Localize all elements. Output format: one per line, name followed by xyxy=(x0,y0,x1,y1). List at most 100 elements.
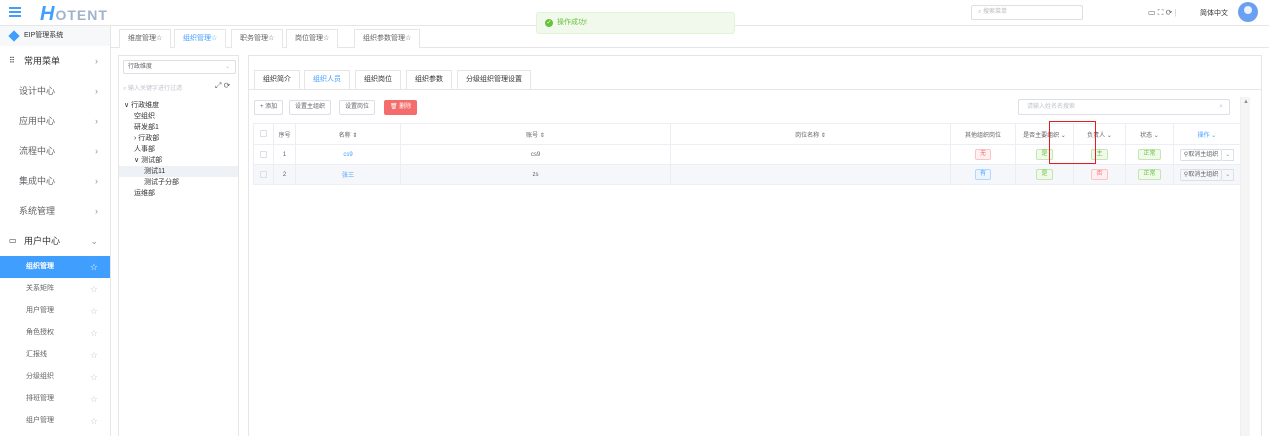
tab-post-manage[interactable]: 岗位管理☆ xyxy=(286,29,339,48)
content-panel: 组织简介 组织人员 组织岗位 组织参数 分级组织管理设置 + 添加 设置主组织 … xyxy=(248,55,1262,436)
sidebar-item-report-line[interactable]: 汇报线 ☆ xyxy=(0,344,110,366)
expand-icon[interactable]: ⤢ xyxy=(215,81,221,90)
tab-org-posts[interactable]: 组织岗位 xyxy=(355,70,401,90)
sidebar-item-user-manage[interactable]: 用户管理 ☆ xyxy=(0,300,110,322)
tab-org-param-manage[interactable]: 组织参数管理☆ xyxy=(354,29,421,48)
hamburger-menu-icon[interactable] xyxy=(9,7,21,17)
col-account[interactable]: 账号 ⇕ xyxy=(400,123,671,145)
scroll-up-icon[interactable]: ▲ xyxy=(1243,99,1249,105)
sidebar-item-grade-org[interactable]: 分级组织 ☆ xyxy=(0,366,110,388)
sidebar-item-group-user[interactable]: 组户管理 ☆ xyxy=(0,410,110,432)
tree-node[interactable]: 空组织 xyxy=(119,111,238,122)
star-icon[interactable]: ☆ xyxy=(90,344,98,366)
refresh-icon[interactable]: ⟳ xyxy=(224,81,231,90)
set-post-button[interactable]: 设置岗位 xyxy=(339,100,376,115)
cancel-main-org-button[interactable]: ⚲取消主组织 xyxy=(1179,148,1223,161)
sidebar: EIP管理系统 ⠿ 常用菜单 › 设计中心 › 应用中心 › 流程中心 › 集成中心 › 系… xyxy=(0,26,111,436)
chevron-right-icon: › xyxy=(95,146,98,156)
col-operation[interactable]: 操作 ⌄ xyxy=(1173,123,1241,145)
search-icon[interactable]: ⌕ xyxy=(1219,100,1223,114)
chevron-down-icon: ⌄ xyxy=(224,64,230,70)
row-account: cs9 xyxy=(400,144,671,165)
tree-node[interactable]: ∨ 行政维度 xyxy=(119,100,238,111)
chevron-right-icon: › xyxy=(95,56,98,66)
sidebar-item-schedule[interactable]: 排班管理 ☆ xyxy=(0,388,110,410)
sidebar-group-system[interactable]: 系统管理 › xyxy=(0,196,110,226)
member-table: 序号 名称 ⇕ 账号 ⇕ 岗位名称 ⇕ 其他组织岗位 是否主要组织 ⌄ 负责人 … xyxy=(253,123,1241,185)
tree-node[interactable]: 人事部 xyxy=(119,144,238,155)
sidebar-item-org-manage[interactable]: 组织管理 ☆ xyxy=(0,256,110,278)
tab-org-params[interactable]: 组织参数 xyxy=(406,70,452,90)
chevron-right-icon: › xyxy=(95,116,98,126)
dimension-select[interactable]: 行政维度 ⌄ xyxy=(123,60,236,74)
star-icon[interactable]: ☆ xyxy=(90,410,98,432)
row-other-org: 有 xyxy=(950,164,1016,185)
sidebar-group-common[interactable]: ⠿ 常用菜单 › xyxy=(0,46,110,76)
sidebar-group-flow[interactable]: 流程中心 › xyxy=(0,136,110,166)
row-checkbox[interactable] xyxy=(253,164,274,185)
star-icon[interactable]: ☆ xyxy=(90,388,98,410)
tree-node-label: 测试部 xyxy=(141,157,163,164)
system-logo-icon xyxy=(8,30,20,42)
sidebar-item-relation-matrix[interactable]: 关系矩阵 ☆ xyxy=(0,278,110,300)
star-icon[interactable]: ☆ xyxy=(90,322,98,344)
row-index: 1 xyxy=(273,144,296,165)
fullscreen-icon[interactable]: ⛶ xyxy=(1158,8,1164,17)
select-all-checkbox[interactable] xyxy=(253,123,274,145)
tab-org-members[interactable]: 组织人员 xyxy=(304,70,350,90)
delete-button[interactable]: 🗑 删除 xyxy=(384,100,418,115)
language-switch[interactable]: 简体中文 xyxy=(1200,8,1228,18)
tab-org-intro[interactable]: 组织简介 xyxy=(254,70,300,90)
star-icon[interactable]: ☆ xyxy=(90,300,98,322)
col-index: 序号 xyxy=(273,123,296,145)
chevron-down-icon[interactable]: ⌄ xyxy=(1222,168,1235,181)
tab-job-manage[interactable]: 职务管理☆ xyxy=(231,29,284,48)
table-header-row: 序号 名称 ⇕ 账号 ⇕ 岗位名称 ⇕ 其他组织岗位 是否主要组织 ⌄ 负责人 … xyxy=(253,123,1241,145)
tab-dimension-manage[interactable]: 维度管理☆ xyxy=(119,29,172,48)
col-leader[interactable]: 负责人 ⌄ xyxy=(1073,123,1126,145)
row-checkbox[interactable] xyxy=(253,144,274,165)
org-tree: ∨ 行政维度 空组织 研发部1 › 行政部 人事部 ∨ 测试部 测试11 测试子分部 运维部 xyxy=(119,100,238,199)
row-operation: ⚲取消主组织 ⌄ xyxy=(1173,144,1241,165)
sidebar-group-user-center[interactable]: ▭ 用户中心 ⌄ xyxy=(0,226,110,256)
tab-grade-org-settings[interactable]: 分级组织管理设置 xyxy=(457,70,531,90)
row-name-link[interactable]: 张三 xyxy=(295,164,401,185)
menu-search-input[interactable]: ⌕ 搜索菜单 xyxy=(971,5,1083,20)
row-index: 2 xyxy=(273,164,296,185)
tree-node[interactable]: 测试11 xyxy=(119,166,238,177)
chevron-down-icon: ⌄ xyxy=(90,236,98,246)
col-status[interactable]: 状态 ⌄ xyxy=(1125,123,1174,145)
tree-node[interactable]: 测试子分部 xyxy=(119,177,238,188)
row-is-main: 是 xyxy=(1015,144,1074,165)
system-title: EIP管理系统 xyxy=(0,26,110,46)
tree-node[interactable]: ∨ 测试部 xyxy=(119,155,238,166)
set-main-org-button[interactable]: 设置主组织 xyxy=(289,100,332,115)
table-scrollbar[interactable]: ▲ xyxy=(1240,97,1250,436)
divider: | xyxy=(1174,8,1177,17)
add-button[interactable]: + 添加 xyxy=(254,100,284,115)
chevron-down-icon[interactable]: ⌄ xyxy=(1222,148,1235,161)
row-operation: ⚲取消主组织 ⌄ xyxy=(1173,164,1241,185)
message-icon[interactable]: ▭ xyxy=(1148,8,1156,17)
star-icon[interactable]: ☆ xyxy=(90,366,98,388)
tab-org-manage[interactable]: 组织管理☆ xyxy=(174,29,227,48)
tree-node[interactable]: 研发部1 xyxy=(119,122,238,133)
star-icon[interactable]: ☆ xyxy=(90,256,98,278)
user-avatar[interactable] xyxy=(1238,2,1258,22)
col-name[interactable]: 名称 ⇕ xyxy=(295,123,401,145)
col-other-org-post: 其他组织岗位 xyxy=(950,123,1016,145)
row-name-link[interactable]: cs9 xyxy=(295,144,401,165)
star-icon[interactable]: ☆ xyxy=(90,278,98,300)
sidebar-group-design[interactable]: 设计中心 › xyxy=(0,76,110,106)
cancel-main-org-button[interactable]: ⚲取消主组织 xyxy=(1179,168,1223,181)
tree-node[interactable]: › 行政部 xyxy=(119,133,238,144)
sidebar-item-role-auth[interactable]: 角色授权 ☆ xyxy=(0,322,110,344)
tree-filter-input[interactable]: ⌕ 输入关键字进行过滤 xyxy=(123,83,219,93)
tree-node[interactable]: 运维部 xyxy=(119,188,238,199)
sidebar-group-app[interactable]: 应用中心 › xyxy=(0,106,110,136)
col-post-name[interactable]: 岗位名称 ⇕ xyxy=(670,123,951,145)
member-search-input[interactable]: 请输入姓名名搜索 ⌕ xyxy=(1018,99,1230,115)
col-is-main-org[interactable]: 是否主要组织 ⌄ xyxy=(1015,123,1074,145)
sidebar-group-integration[interactable]: 集成中心 › xyxy=(0,166,110,196)
refresh-icon[interactable]: ⟳ xyxy=(1166,8,1173,17)
